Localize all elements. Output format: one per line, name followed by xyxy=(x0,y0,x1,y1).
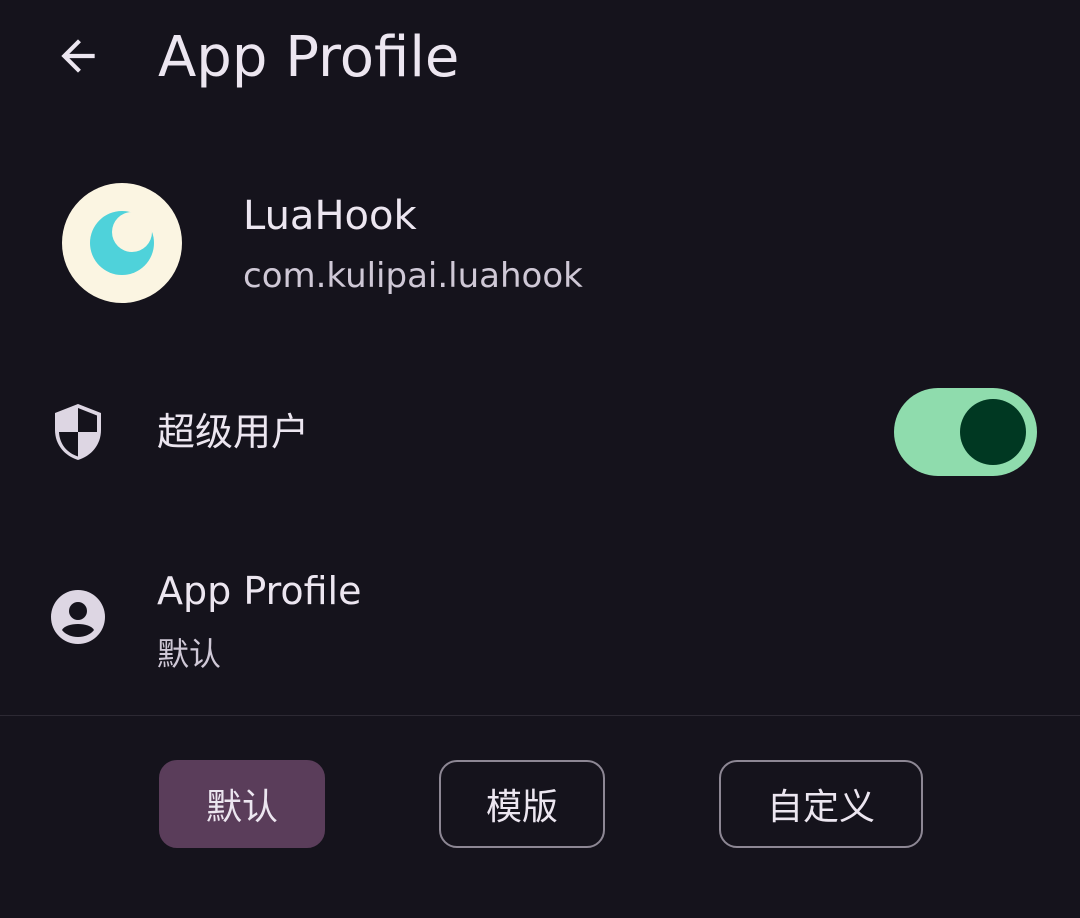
template-mode-button[interactable]: 模版 xyxy=(439,760,605,848)
shield-icon xyxy=(48,402,108,462)
account-circle-icon xyxy=(48,587,108,647)
top-app-bar: App Profile xyxy=(0,0,1080,120)
app-profile-label: App Profile xyxy=(157,569,362,613)
superuser-toggle[interactable] xyxy=(894,388,1037,476)
app-package-name: com.kulipai.luahook xyxy=(243,256,583,296)
back-button[interactable] xyxy=(46,24,110,88)
toggle-thumb xyxy=(960,399,1026,465)
app-profile-row[interactable]: App Profile 默认 xyxy=(0,555,1080,695)
app-header: LuaHook com.kulipai.luahook xyxy=(0,170,1080,320)
arrow-back-icon xyxy=(61,39,95,73)
default-mode-button[interactable]: 默认 xyxy=(159,760,325,848)
superuser-label: 超级用户 xyxy=(157,410,310,454)
app-name: LuaHook xyxy=(243,193,417,239)
app-profile-value: 默认 xyxy=(157,635,222,673)
crescent-moon-icon xyxy=(90,211,154,275)
page-title: App Profile xyxy=(158,25,460,90)
custom-mode-button[interactable]: 自定义 xyxy=(719,760,923,848)
divider xyxy=(0,715,1080,716)
superuser-row[interactable]: 超级用户 xyxy=(0,372,1080,492)
app-profile-screen: App Profile LuaHook com.kulipai.luahook … xyxy=(0,0,1080,918)
app-icon xyxy=(62,183,182,303)
